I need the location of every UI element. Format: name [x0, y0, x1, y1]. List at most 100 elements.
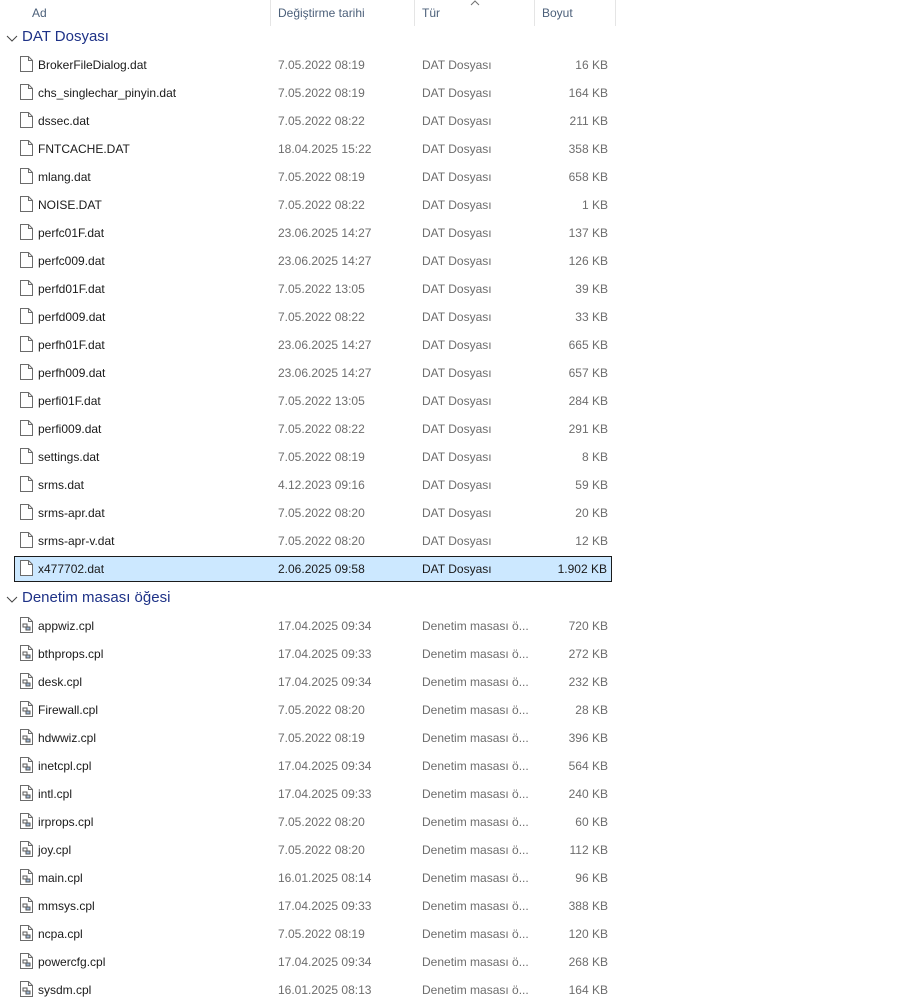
file-date-modified: 17.04.2025 09:34 [278, 675, 372, 689]
file-type: Denetim masası ö... [422, 647, 529, 661]
file-name: perfc009.dat [38, 254, 105, 268]
file-type: DAT Dosyası [422, 310, 492, 324]
file-row[interactable]: perfh01F.dat 23.06.2025 14:27 DAT Dosyası 6… [14, 332, 612, 358]
file-row[interactable]: bthprops.cpl 17.04.2025 09:33 Denetim masa… [14, 641, 612, 667]
column-divider[interactable] [534, 0, 535, 26]
file-name: sysdm.cpl [38, 983, 92, 997]
file-icon [20, 336, 33, 352]
file-icon [20, 140, 33, 156]
file-name: srms-apr-v.dat [38, 534, 115, 548]
file-row[interactable]: inetcpl.cpl 17.04.2025 09:34 Denetim masas… [14, 753, 612, 779]
chevron-down-icon[interactable] [6, 595, 18, 605]
file-row[interactable]: dssec.dat 7.05.2022 08:22 DAT Dosyası 211 K… [14, 108, 612, 134]
file-row[interactable]: mmsys.cpl 17.04.2025 09:33 Denetim masası … [14, 893, 612, 919]
file-type: DAT Dosyası [422, 534, 492, 548]
file-name: perfi01F.dat [38, 394, 101, 408]
control-panel-file-icon [20, 897, 33, 913]
file-row[interactable]: powercfg.cpl 17.04.2025 09:34 Denetim masa… [14, 949, 612, 975]
file-row[interactable]: main.cpl 16.01.2025 08:14 Denetim masası ö… [14, 865, 612, 891]
column-divider[interactable] [270, 0, 271, 26]
file-row[interactable]: chs_singlechar_pinyin.dat 7.05.2022 08:19… [14, 80, 612, 106]
file-type: DAT Dosyası [422, 114, 492, 128]
file-name: chs_singlechar_pinyin.dat [38, 86, 177, 100]
file-size: 28 KB [575, 703, 608, 717]
file-date-modified: 23.06.2025 14:27 [278, 338, 372, 352]
file-size: 358 KB [568, 142, 608, 156]
file-type: Denetim masası ö... [422, 815, 529, 829]
file-row[interactable]: srms-apr-v.dat 7.05.2022 08:20 DAT Dosyası… [14, 528, 612, 554]
control-panel-file-icon [20, 617, 33, 633]
file-row[interactable]: NOISE.DAT 7.05.2022 08:22 DAT Dosyası 1 KB [14, 192, 612, 218]
file-name: FNTCACHE.DAT [38, 142, 130, 156]
file-size: 232 KB [568, 675, 608, 689]
file-date-modified: 17.04.2025 09:34 [278, 759, 372, 773]
file-row[interactable]: perfc01F.dat 23.06.2025 14:27 DAT Dosyası 1… [14, 220, 612, 246]
file-date-modified: 7.05.2022 08:22 [278, 310, 365, 324]
file-row[interactable]: Firewall.cpl 7.05.2022 08:20 Denetim masas… [14, 697, 612, 723]
file-name: inetcpl.cpl [38, 759, 92, 773]
group-header[interactable]: Denetim masası öğesi [0, 587, 616, 613]
file-row[interactable]: mlang.dat 7.05.2022 08:19 DAT Dosyası 658 K… [14, 164, 612, 190]
column-divider[interactable] [414, 0, 415, 26]
file-name: Firewall.cpl [38, 703, 99, 717]
file-size: 720 KB [568, 619, 608, 633]
file-row[interactable]: hdwwiz.cpl 7.05.2022 08:19 Denetim masası … [14, 725, 612, 751]
file-type: DAT Dosyası [422, 562, 492, 576]
file-row-selected[interactable]: x477702.dat 2.06.2025 09:58 DAT Dosyası 1.9… [14, 556, 612, 582]
file-type: DAT Dosyası [422, 86, 492, 100]
file-type: Denetim masası ö... [422, 983, 529, 997]
file-date-modified: 7.05.2022 08:22 [278, 114, 365, 128]
file-row[interactable]: appwiz.cpl 17.04.2025 09:34 Denetim masası… [14, 613, 612, 639]
file-size: 20 KB [575, 506, 608, 520]
file-row[interactable]: ncpa.cpl 7.05.2022 08:19 Denetim masası ö.… [14, 921, 612, 947]
file-size: 272 KB [568, 647, 608, 661]
file-row[interactable]: BrokerFileDialog.dat 7.05.2022 08:19 DAT D… [14, 52, 612, 78]
file-type: Denetim masası ö... [422, 619, 529, 633]
file-size: 658 KB [568, 170, 608, 184]
file-type: DAT Dosyası [422, 450, 492, 464]
file-row[interactable]: perfi009.dat 7.05.2022 08:22 DAT Dosyası 29… [14, 416, 612, 442]
file-row[interactable]: srms.dat 4.12.2023 09:16 DAT Dosyası 59 KB [14, 472, 612, 498]
file-name: powercfg.cpl [38, 955, 106, 969]
file-icon [20, 532, 33, 548]
file-size: 564 KB [568, 759, 608, 773]
file-list-view[interactable]: Ad Değiştirme tarihi Tür Boyut DAT Dosya… [0, 0, 916, 1001]
file-row[interactable]: desk.cpl 17.04.2025 09:34 Denetim masası ö… [14, 669, 612, 695]
file-row[interactable]: settings.dat 7.05.2022 08:19 DAT Dosyası 8 … [14, 444, 612, 470]
file-row[interactable]: intl.cpl 17.04.2025 09:33 Denetim masası ö… [14, 781, 612, 807]
file-row[interactable]: perfd009.dat 7.05.2022 08:22 DAT Dosyası 33… [14, 304, 612, 330]
file-date-modified: 17.04.2025 09:33 [278, 899, 372, 913]
file-date-modified: 17.04.2025 09:33 [278, 787, 372, 801]
file-row[interactable]: joy.cpl 7.05.2022 08:20 Denetim masası ö..… [14, 837, 612, 863]
file-date-modified: 16.01.2025 08:13 [278, 983, 372, 997]
file-row[interactable]: sysdm.cpl 16.01.2025 08:13 Denetim masası … [14, 977, 612, 1003]
file-type: Denetim masası ö... [422, 731, 529, 745]
control-panel-file-icon [20, 757, 33, 773]
file-row[interactable]: perfh009.dat 23.06.2025 14:27 DAT Dosyası 6… [14, 360, 612, 386]
file-date-modified: 16.01.2025 08:14 [278, 871, 372, 885]
file-size: 665 KB [568, 338, 608, 352]
file-date-modified: 23.06.2025 14:27 [278, 254, 372, 268]
file-row[interactable]: irprops.cpl 7.05.2022 08:20 Denetim masası… [14, 809, 612, 835]
file-icon [20, 224, 33, 240]
file-name: desk.cpl [38, 675, 83, 689]
column-header-name[interactable]: Ad [26, 0, 270, 26]
group-header[interactable]: DAT Dosyası [0, 26, 616, 52]
file-date-modified: 7.05.2022 08:19 [278, 86, 365, 100]
file-icon [20, 448, 33, 464]
column-divider[interactable] [615, 0, 616, 26]
file-row[interactable]: perfd01F.dat 7.05.2022 13:05 DAT Dosyası 39… [14, 276, 612, 302]
file-size: 33 KB [575, 310, 608, 324]
file-row[interactable]: srms-apr.dat 7.05.2022 08:20 DAT Dosyası 20… [14, 500, 612, 526]
file-row[interactable]: perfi01F.dat 7.05.2022 13:05 DAT Dosyası 28… [14, 388, 612, 414]
column-header-date-modified[interactable]: Değiştirme tarihi [272, 0, 414, 26]
control-panel-file-icon [20, 701, 33, 717]
chevron-down-icon[interactable] [6, 34, 18, 44]
file-icon [20, 280, 33, 296]
file-type: DAT Dosyası [422, 254, 492, 268]
file-row[interactable]: perfc009.dat 23.06.2025 14:27 DAT Dosyası 1… [14, 248, 612, 274]
column-header-size[interactable]: Boyut [536, 0, 614, 26]
control-panel-file-icon [20, 645, 33, 661]
file-date-modified: 7.05.2022 08:19 [278, 58, 365, 72]
file-row[interactable]: FNTCACHE.DAT 18.04.2025 15:22 DAT Dosyası 3… [14, 136, 612, 162]
